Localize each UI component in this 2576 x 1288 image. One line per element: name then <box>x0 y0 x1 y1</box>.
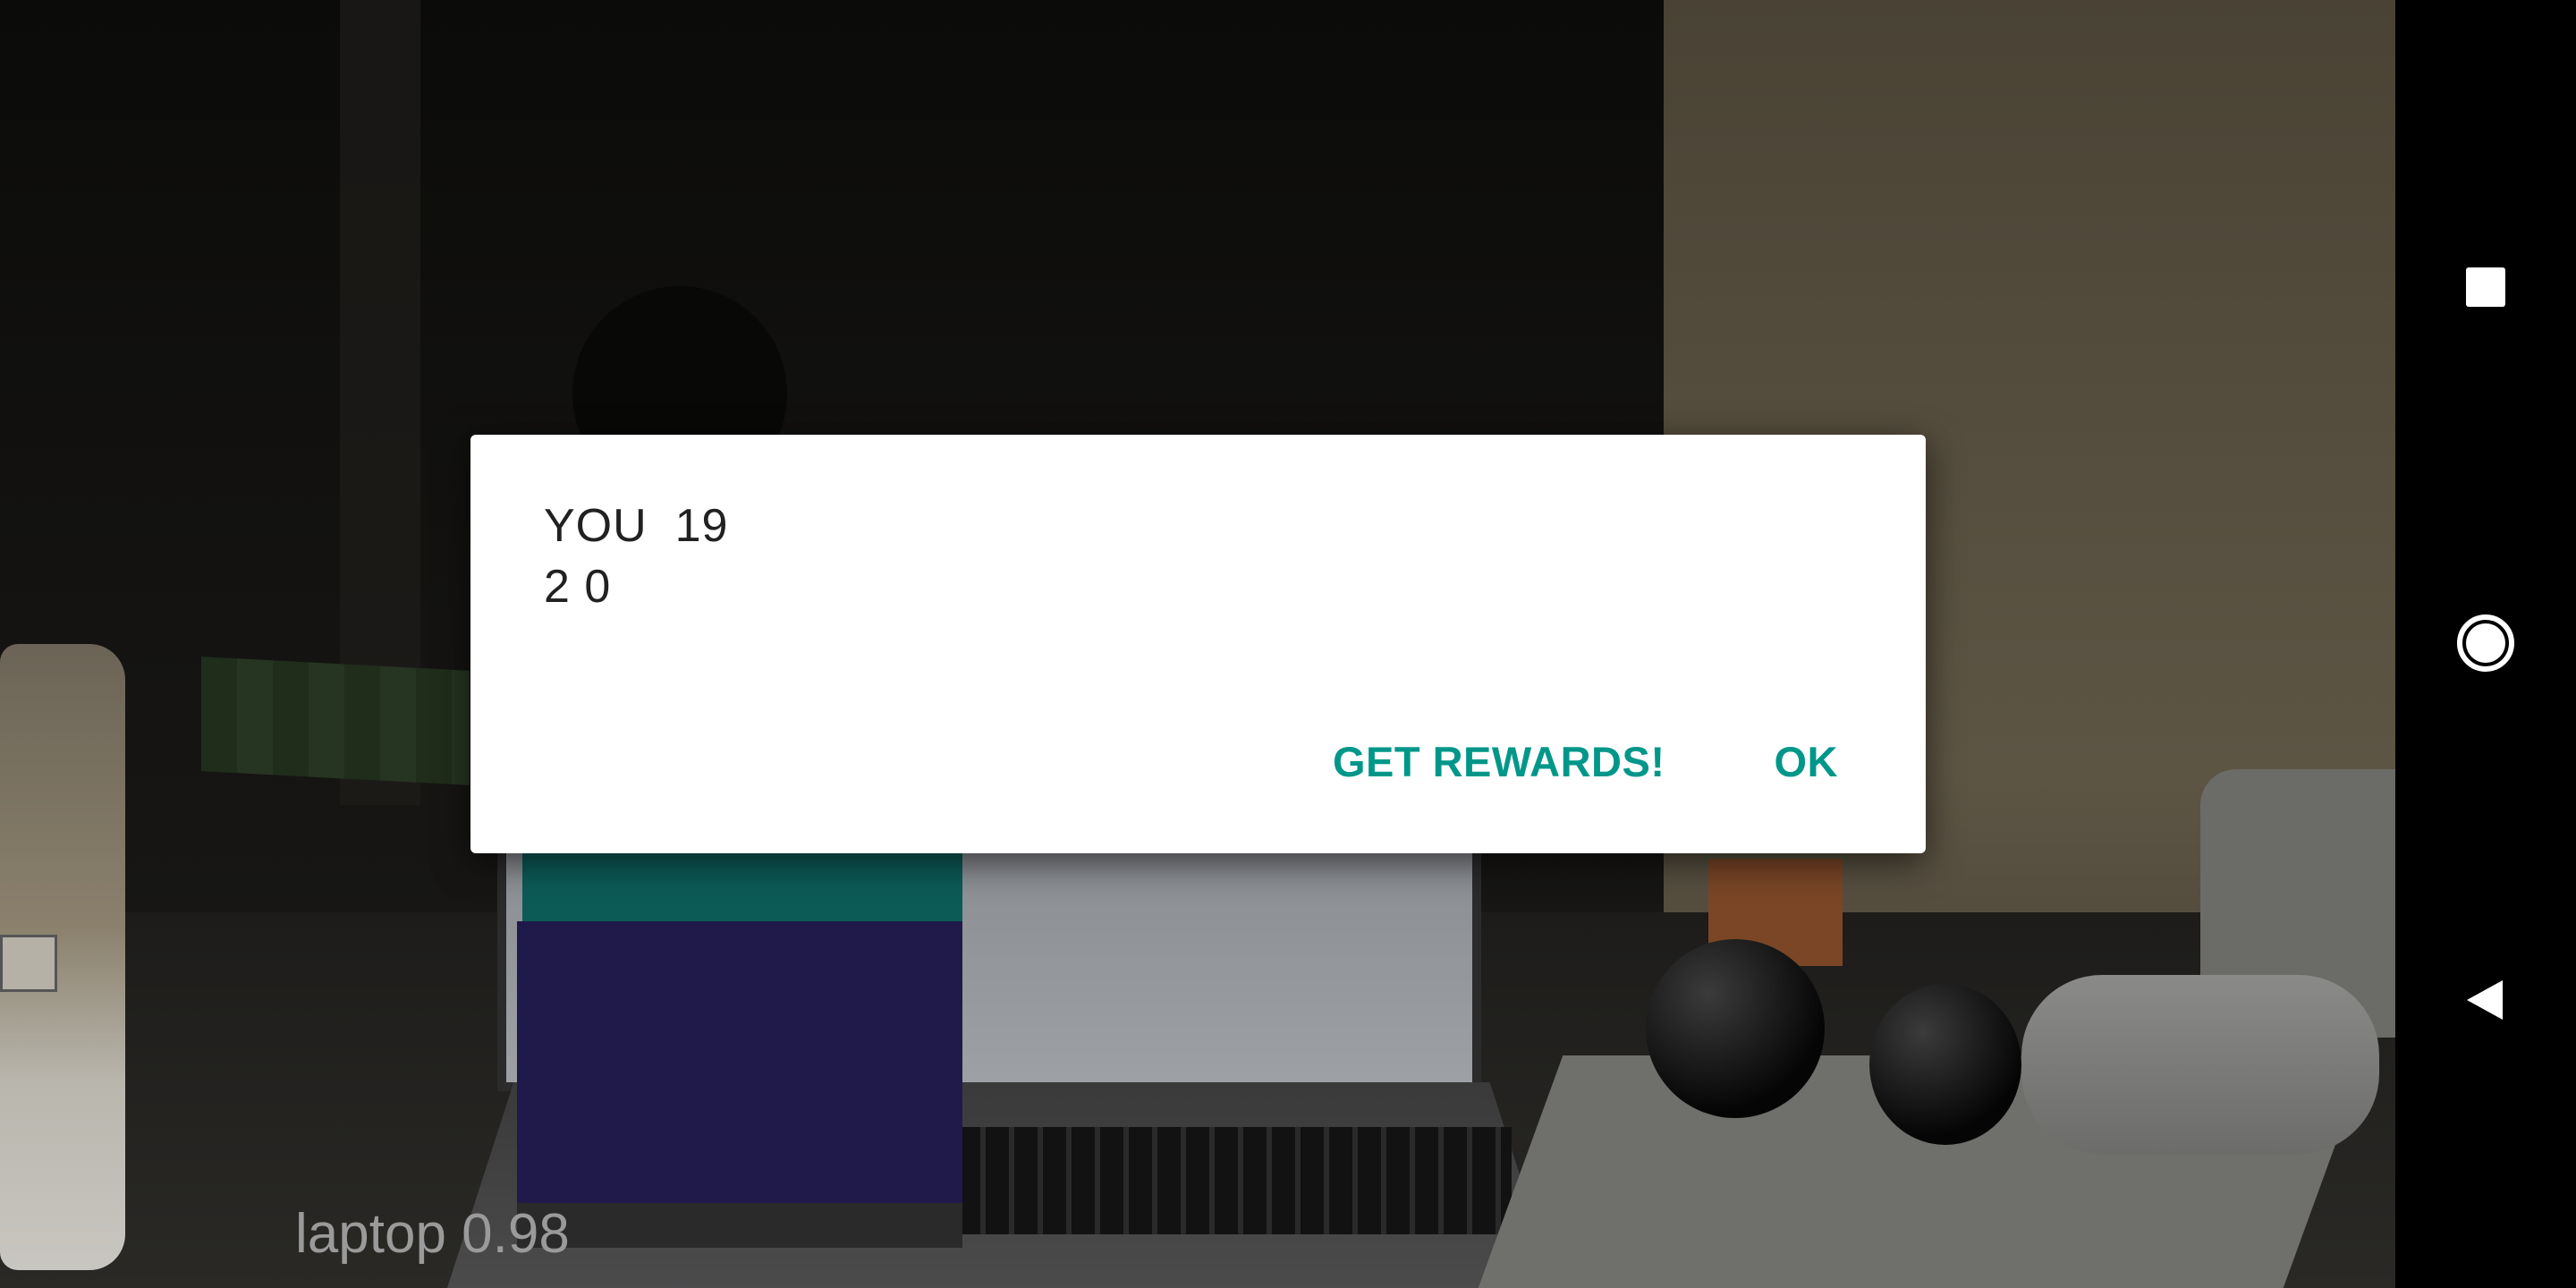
app-screen: laptop 0.98 YOU 19 2 0 GET REWARDS! OK <box>0 0 2576 1288</box>
back-icon <box>2467 980 2503 1020</box>
ok-button[interactable]: OK <box>1748 719 1866 804</box>
score-dialog: YOU 19 2 0 GET REWARDS! OK <box>470 435 1926 853</box>
home-icon <box>2457 614 2514 672</box>
dialog-message: YOU 19 2 0 <box>544 500 729 613</box>
detection-overlay-block <box>201 657 470 785</box>
navigation-bar <box>2395 0 2576 1288</box>
get-rewards-button[interactable]: GET REWARDS! <box>1306 719 1692 804</box>
detection-overlay-block <box>517 921 962 1208</box>
detection-overlay-block <box>517 1203 962 1248</box>
scene-sphere <box>1646 939 1825 1118</box>
scene-controller <box>2021 975 2379 1154</box>
detection-label: laptop 0.98 <box>295 1203 570 1265</box>
dialog-actions: GET REWARDS! OK <box>1250 719 1865 804</box>
recents-icon <box>2466 267 2505 307</box>
recents-button[interactable] <box>2441 242 2530 332</box>
home-button[interactable] <box>2441 598 2530 688</box>
scene-jar-label <box>0 935 57 992</box>
scene-keyboard <box>957 1127 1512 1234</box>
back-button[interactable] <box>2441 955 2530 1045</box>
scene-sphere <box>1869 984 2021 1145</box>
